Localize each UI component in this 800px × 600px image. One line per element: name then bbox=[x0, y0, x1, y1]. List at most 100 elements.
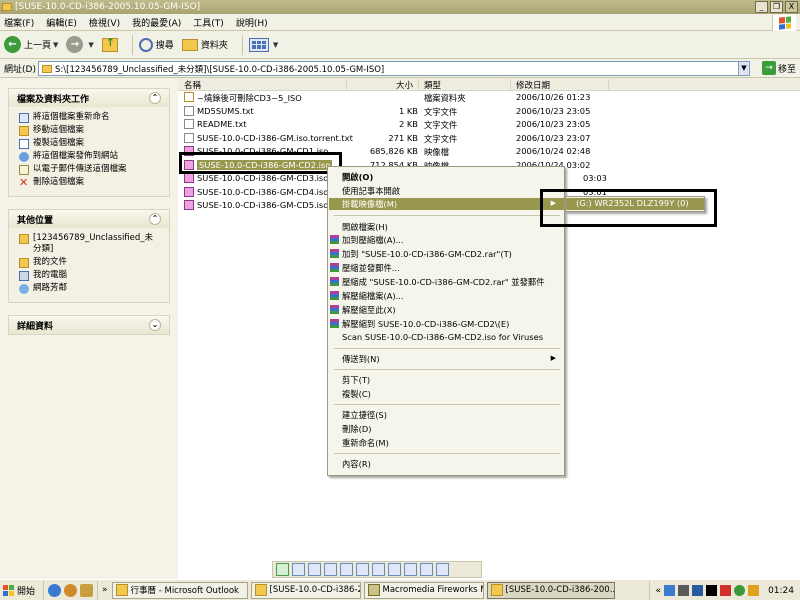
menu-tools[interactable]: 工具(T) bbox=[193, 16, 224, 29]
file-tasks-header[interactable]: 檔案及資料夾工作 ⌃ bbox=[9, 89, 169, 107]
chevron-down-icon[interactable]: ▼ bbox=[53, 41, 58, 49]
menu-copy[interactable]: 複製(C) bbox=[342, 388, 371, 400]
toolbar-icon[interactable] bbox=[292, 563, 305, 576]
menu-view[interactable]: 檢視(V) bbox=[89, 16, 120, 29]
column-divider[interactable] bbox=[346, 79, 347, 90]
taskbar-fireworks[interactable]: Macromedia Fireworks M... bbox=[363, 581, 484, 599]
minimize-button[interactable]: _ bbox=[755, 1, 768, 13]
collapse-icon[interactable]: ⌃ bbox=[149, 92, 161, 104]
tray-icon[interactable] bbox=[692, 585, 704, 596]
toolbar-icon[interactable] bbox=[436, 563, 449, 576]
menu-properties[interactable]: 內容(R) bbox=[342, 458, 371, 470]
toolbar-icon[interactable] bbox=[340, 563, 353, 576]
menu-extract-to[interactable]: 解壓縮到 SUSE-10.0-CD-i386-GM-CD2\(E) bbox=[342, 318, 509, 330]
address-bar: 網址(D) S:\[123456789_Unclassified_未分類]\[S… bbox=[0, 59, 800, 78]
quick-launch-more-button[interactable]: » bbox=[98, 585, 112, 595]
close-button[interactable]: X bbox=[785, 1, 798, 13]
toolbar-icon[interactable] bbox=[276, 563, 289, 576]
taskbar-explorer-1[interactable]: [SUSE-10.0-CD-i386-200... bbox=[250, 581, 361, 599]
menu-compress-rar-email[interactable]: 壓縮成 "SUSE-10.0-CD-i386-GM-CD2.rar" 並發郵件 bbox=[342, 276, 545, 288]
firefox-icon[interactable] bbox=[64, 583, 77, 597]
place-parent-folder[interactable]: [123456789_Unclassified_未分類] bbox=[19, 233, 161, 255]
task-label: 刪除這個檔案 bbox=[33, 177, 85, 187]
toolbar-icon[interactable] bbox=[404, 563, 417, 576]
address-input[interactable]: S:\[123456789_Unclassified_未分類]\[SUSE-10… bbox=[38, 61, 750, 76]
views-button[interactable]: ▼ bbox=[248, 37, 278, 52]
column-divider[interactable] bbox=[608, 79, 609, 90]
go-button[interactable]: → 移至 bbox=[761, 61, 796, 75]
tray-icon[interactable] bbox=[720, 585, 732, 596]
menu-rename[interactable]: 重新命名(M) bbox=[342, 437, 389, 449]
volume-icon[interactable] bbox=[748, 585, 760, 596]
tray-icon[interactable] bbox=[706, 585, 718, 596]
file-row[interactable]: MD5SUMS.txt 1 KB 文字文件 2006/10/23 23:05 bbox=[178, 105, 800, 119]
menu-add-archive[interactable]: 加到壓縮檔(A)... bbox=[342, 234, 404, 246]
task-delete[interactable]: ✕ 刪除這個檔案 bbox=[19, 177, 161, 188]
toolbar-icon[interactable] bbox=[372, 563, 385, 576]
menu-compress-email[interactable]: 壓縮並發郵件... bbox=[342, 262, 400, 274]
menu-file[interactable]: 檔案(F) bbox=[4, 16, 34, 29]
file-row[interactable]: README.txt 2 KB 文字文件 2006/10/23 23:05 bbox=[178, 118, 800, 132]
menu-help[interactable]: 說明(H) bbox=[236, 16, 268, 29]
details-header[interactable]: 詳細資料 ⌄ bbox=[9, 316, 169, 334]
ie-icon[interactable] bbox=[48, 583, 61, 597]
place-network[interactable]: 網路芳鄰 bbox=[19, 283, 161, 294]
task-copy[interactable]: 複製這個檔案 bbox=[19, 138, 161, 149]
tray-icon[interactable] bbox=[678, 585, 690, 596]
place-my-computer[interactable]: 我的電腦 bbox=[19, 270, 161, 281]
toolbar-icon[interactable] bbox=[324, 563, 337, 576]
menu-extract-here[interactable]: 解壓縮至此(X) bbox=[342, 304, 396, 316]
column-name[interactable]: 名稱 bbox=[184, 79, 201, 91]
task-rename[interactable]: 將這個檔案重新命名 bbox=[19, 112, 161, 123]
toolbar-icon[interactable] bbox=[308, 563, 321, 576]
address-dropdown-button[interactable]: ▼ bbox=[738, 61, 750, 76]
network-icon[interactable] bbox=[664, 585, 676, 596]
chevron-down-icon[interactable]: ▼ bbox=[88, 41, 93, 49]
column-type[interactable]: 類型 bbox=[424, 79, 441, 91]
tray-expand-button[interactable]: « bbox=[656, 586, 662, 596]
menu-cut[interactable]: 剪下(T) bbox=[342, 374, 370, 386]
place-my-documents[interactable]: 我的文件 bbox=[19, 257, 161, 268]
taskbar-outlook[interactable]: 行事曆 - Microsoft Outlook bbox=[111, 581, 248, 599]
start-button[interactable]: 開始 bbox=[0, 580, 44, 600]
column-divider[interactable] bbox=[510, 79, 511, 90]
toolbar-icon[interactable] bbox=[420, 563, 433, 576]
column-divider[interactable] bbox=[418, 79, 419, 90]
menu-open-archive[interactable]: 開啟檔案(H) bbox=[342, 221, 388, 233]
menu-open-notepad[interactable]: 使用記事本開啟 bbox=[342, 185, 400, 197]
tray-icon[interactable] bbox=[734, 585, 746, 596]
menu-favorites[interactable]: 我的最愛(A) bbox=[132, 16, 181, 29]
toolbar-icon[interactable] bbox=[356, 563, 369, 576]
toolbar-icon[interactable] bbox=[388, 563, 401, 576]
task-email[interactable]: 以電子郵件傳送這個檔案 bbox=[19, 164, 161, 175]
menu-add-rar[interactable]: 加到 "SUSE-10.0-CD-i386-GM-CD2.rar"(T) bbox=[342, 248, 512, 260]
folders-button[interactable]: 資料夾 bbox=[181, 38, 228, 51]
menu-scan-viruses[interactable]: Scan SUSE-10.0-CD-i386-GM-CD2.iso for Vi… bbox=[342, 332, 543, 342]
collapse-icon[interactable]: ⌃ bbox=[149, 213, 161, 225]
up-folder-button[interactable] bbox=[101, 36, 118, 52]
task-publish[interactable]: 將這個檔案發佈到網站 bbox=[19, 151, 161, 162]
taskbar-explorer-2[interactable]: [SUSE-10.0-CD-i386-200... bbox=[486, 581, 615, 599]
forward-button[interactable]: → ▼ bbox=[66, 36, 94, 53]
menu-send-to[interactable]: 傳送到(N) bbox=[342, 353, 380, 365]
file-row[interactable]: ~燒錄後可刪除CD3~5_ISO 檔案資料夾 2006/10/26 01:23 bbox=[178, 91, 800, 105]
start-label: 開始 bbox=[17, 586, 36, 597]
annotation-box-file bbox=[179, 152, 342, 174]
expand-icon[interactable]: ⌄ bbox=[149, 319, 161, 331]
menu-edit[interactable]: 編輯(E) bbox=[46, 16, 77, 29]
task-move[interactable]: 移動這個檔案 bbox=[19, 125, 161, 136]
system-tray: « 01:24 bbox=[648, 581, 800, 600]
menu-open[interactable]: 開啟(O) bbox=[342, 171, 373, 183]
menu-extract-files[interactable]: 解壓縮檔案(A)... bbox=[342, 290, 404, 302]
column-size[interactable]: 大小 bbox=[396, 79, 413, 91]
file-row[interactable]: SUSE-10.0-CD-i386-GM.iso.torrent.txt 271… bbox=[178, 132, 800, 146]
menu-delete[interactable]: 刪除(D) bbox=[342, 423, 371, 435]
back-button[interactable]: ← 上一頁 ▼ bbox=[4, 36, 58, 53]
restore-button[interactable]: ❐ bbox=[770, 1, 783, 13]
outlook-icon[interactable] bbox=[80, 583, 93, 597]
search-button[interactable]: 搜尋 bbox=[138, 37, 174, 52]
column-modified[interactable]: 修改日期 bbox=[516, 79, 550, 91]
menu-create-shortcut[interactable]: 建立捷徑(S) bbox=[342, 409, 387, 421]
menu-mount-image[interactable]: 掛載映像檔(M) ▶ bbox=[329, 198, 564, 210]
other-places-header[interactable]: 其他位置 ⌃ bbox=[9, 210, 169, 228]
